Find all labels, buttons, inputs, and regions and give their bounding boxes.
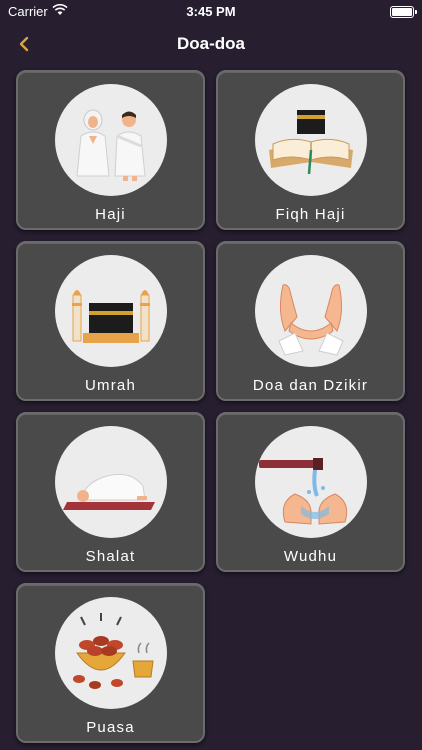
category-label: Wudhu [283, 548, 338, 565]
category-card-puasa[interactable]: Puasa [16, 583, 205, 743]
page-title: Doa-doa [177, 34, 245, 53]
card-illustration [255, 426, 367, 538]
card-illustration [55, 255, 167, 367]
category-card-doa-dan-dzikir[interactable]: Doa dan Dzikir [216, 241, 405, 401]
category-label: Shalat [85, 548, 136, 565]
category-label: Puasa [86, 719, 135, 736]
card-illustration [55, 426, 167, 538]
prostration-icon [63, 473, 155, 510]
ablution-icon [259, 458, 348, 525]
status-bar: Carrier 3:45 PM [0, 0, 422, 22]
navigation-bar: Doa-doa [0, 22, 422, 66]
card-illustration [255, 255, 367, 367]
card-illustration [55, 597, 167, 709]
category-card-fiqh-haji[interactable]: Fiqh Haji [216, 70, 405, 230]
book-kaaba-icon [269, 110, 353, 175]
dates-tea-icon [73, 613, 154, 689]
category-label: Umrah [84, 377, 136, 394]
category-label: Haji [95, 206, 126, 223]
category-card-haji[interactable]: Haji [16, 70, 205, 230]
battery-icon [390, 6, 417, 18]
category-card-umrah[interactable]: Umrah [16, 241, 205, 401]
card-illustration [55, 84, 167, 196]
card-illustration [255, 84, 367, 196]
kaaba-mosque-icon [72, 290, 150, 343]
status-time: 3:45 PM [186, 4, 236, 19]
pilgrims-icon [76, 109, 146, 181]
praying-hands-icon [278, 284, 344, 356]
category-card-shalat[interactable]: Shalat [16, 412, 205, 572]
category-label: Doa dan Dzikir [252, 377, 369, 394]
category-card-wudhu[interactable]: Wudhu [216, 412, 405, 572]
category-label: Fiqh Haji [275, 206, 346, 223]
